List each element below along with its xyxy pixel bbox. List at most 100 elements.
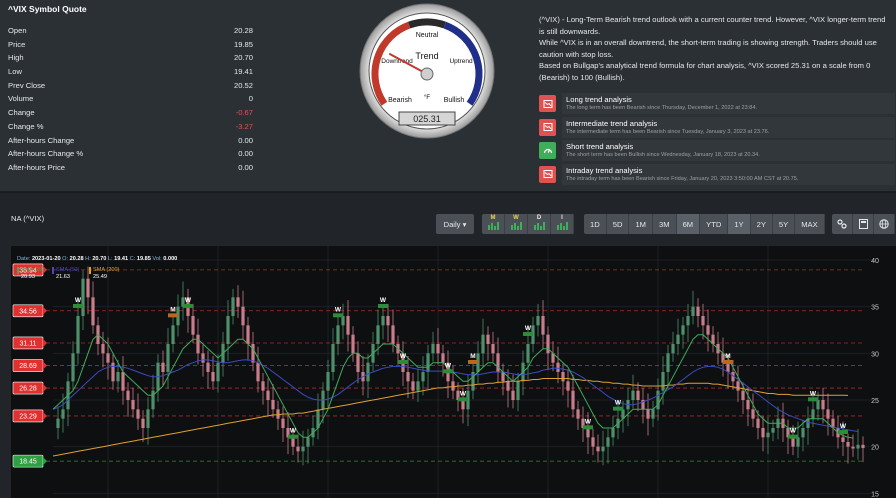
candle-body	[511, 390, 515, 400]
level-label: 34.56	[19, 308, 37, 315]
chart-type-label: M	[490, 215, 496, 221]
chart-type-button[interactable]: D	[528, 214, 551, 234]
candle-body	[451, 381, 455, 391]
candle-body	[106, 353, 110, 363]
candle-body	[541, 316, 545, 335]
price-chart-svg[interactable]: 15202530354038.9434.5631.1128.6926.2823.…	[11, 246, 896, 498]
candle-body	[601, 446, 605, 452]
candle-body	[441, 353, 445, 363]
candle-body	[596, 446, 600, 452]
range-button[interactable]: 3M	[653, 214, 677, 234]
trend-marker-tag	[288, 434, 298, 439]
range-button[interactable]: 6M	[676, 214, 701, 234]
trend-marker-label: W	[400, 353, 407, 360]
candle-body	[246, 325, 250, 344]
quote-value: 19.85	[233, 39, 253, 49]
range-button[interactable]: MAX	[795, 214, 825, 234]
candle-body	[406, 372, 410, 382]
range-button[interactable]: 5D	[607, 214, 630, 234]
candle-body	[461, 400, 465, 410]
quote-value: 20.70	[233, 53, 253, 63]
trend-item[interactable]: Long trend analysis The long term has bee…	[539, 92, 895, 116]
chart-type-button[interactable]: M	[482, 214, 505, 234]
trend-item[interactable]: Intraday trend analysis The intraday term…	[539, 163, 895, 187]
chart-type-button[interactable]: W	[505, 214, 528, 234]
range-button[interactable]: YTD	[700, 214, 729, 234]
trend-item[interactable]: Short trend analysis The short term has b…	[539, 139, 895, 163]
trend-marker-label: W	[75, 297, 82, 304]
candle-body	[856, 444, 860, 449]
ohlc-date-label: Date:	[17, 256, 31, 262]
level-label: 23.29	[19, 414, 37, 421]
candle-body	[191, 316, 195, 335]
range-button[interactable]: 1Y	[728, 214, 751, 234]
gauge-label-neutral: Neutral	[416, 32, 439, 39]
bear-chart-icon	[539, 165, 556, 183]
candle-body	[161, 362, 165, 372]
trend-marker-label: W	[525, 325, 532, 332]
candle-body	[206, 362, 210, 372]
analysis-paragraph-1: (^VIX) - Long-Term Bearish trend outlook…	[539, 15, 886, 36]
ohlc-low: 19.41	[114, 256, 129, 262]
range-button[interactable]: 1D	[584, 214, 607, 234]
range-button[interactable]: 2Y	[751, 214, 773, 234]
chart-type-button[interactable]: I	[551, 214, 574, 234]
candle-body	[796, 437, 800, 447]
candle-body	[281, 418, 285, 428]
neutral-arc	[408, 18, 446, 29]
trend-marker-label: W	[335, 306, 342, 313]
candle-body	[111, 362, 115, 382]
ohlc-low-label: L:	[107, 256, 113, 262]
candle-body	[416, 381, 420, 391]
calculator-icon[interactable]	[853, 214, 874, 234]
trend-marker-tag	[523, 332, 533, 336]
candle-body	[686, 316, 690, 326]
candle-body	[591, 437, 595, 447]
sma-value: 25.49	[93, 274, 107, 280]
gauge-title: Trend	[415, 51, 438, 61]
quote-label: Change %	[8, 121, 44, 131]
trend-marker-tag	[583, 425, 593, 430]
trend-marker-tag	[183, 304, 193, 308]
candle-body	[131, 400, 135, 410]
candle-body	[376, 325, 380, 344]
settings-icon[interactable]	[832, 214, 853, 234]
candle-body	[171, 325, 175, 344]
candle-body	[351, 334, 355, 354]
analysis-paragraph-2: While ^VIX is in an overall downtrend, t…	[539, 38, 877, 59]
quote-value: 20.28	[233, 26, 253, 35]
candle-body	[216, 362, 220, 382]
level-badge-pointer	[43, 457, 47, 466]
candle-body	[436, 344, 440, 354]
candle-body	[391, 325, 395, 344]
candle-body	[146, 409, 150, 428]
quote-label: After-hours Change	[8, 135, 75, 145]
candle-body	[201, 353, 205, 363]
globe-icon[interactable]	[874, 214, 895, 234]
gauge-readout: 025.31	[413, 114, 441, 124]
trend-marker-label: W	[585, 418, 592, 425]
price-chart[interactable]: 15 20 25 30 35 40 38.94 34.56 31.11 28.69 26.28 23.…	[11, 246, 896, 498]
candle-body	[126, 390, 130, 400]
range-button[interactable]: 1M	[629, 214, 653, 234]
trend-item[interactable]: Intermediate trend analysis The intermedi…	[539, 116, 895, 140]
trend-desc: The short term has been Bullish since We…	[566, 152, 760, 159]
candle-body	[751, 409, 755, 419]
range-button[interactable]: 5Y	[773, 214, 796, 234]
sma-200-line	[52, 378, 849, 457]
trend-marker-tag	[468, 360, 478, 364]
candle-body	[651, 409, 655, 419]
trend-marker-tag	[73, 304, 83, 308]
trend-marker-tag	[723, 360, 733, 364]
trend-marker-tag	[443, 369, 453, 374]
trend-name: Long trend analysis	[566, 95, 632, 105]
candle-body	[211, 372, 215, 382]
interval-dropdown[interactable]: Daily ▾	[436, 214, 474, 234]
quote-row: After-hours Change % 0.00	[8, 147, 253, 161]
candle-body	[676, 334, 680, 344]
bear-chart-icon	[539, 118, 556, 136]
trend-marker-label: W	[810, 390, 817, 397]
trend-gauge-svg: Neutral Trend Downtrend Uptrend Bearish …	[359, 3, 495, 139]
candle-body	[851, 446, 855, 449]
candle-body	[536, 316, 540, 326]
